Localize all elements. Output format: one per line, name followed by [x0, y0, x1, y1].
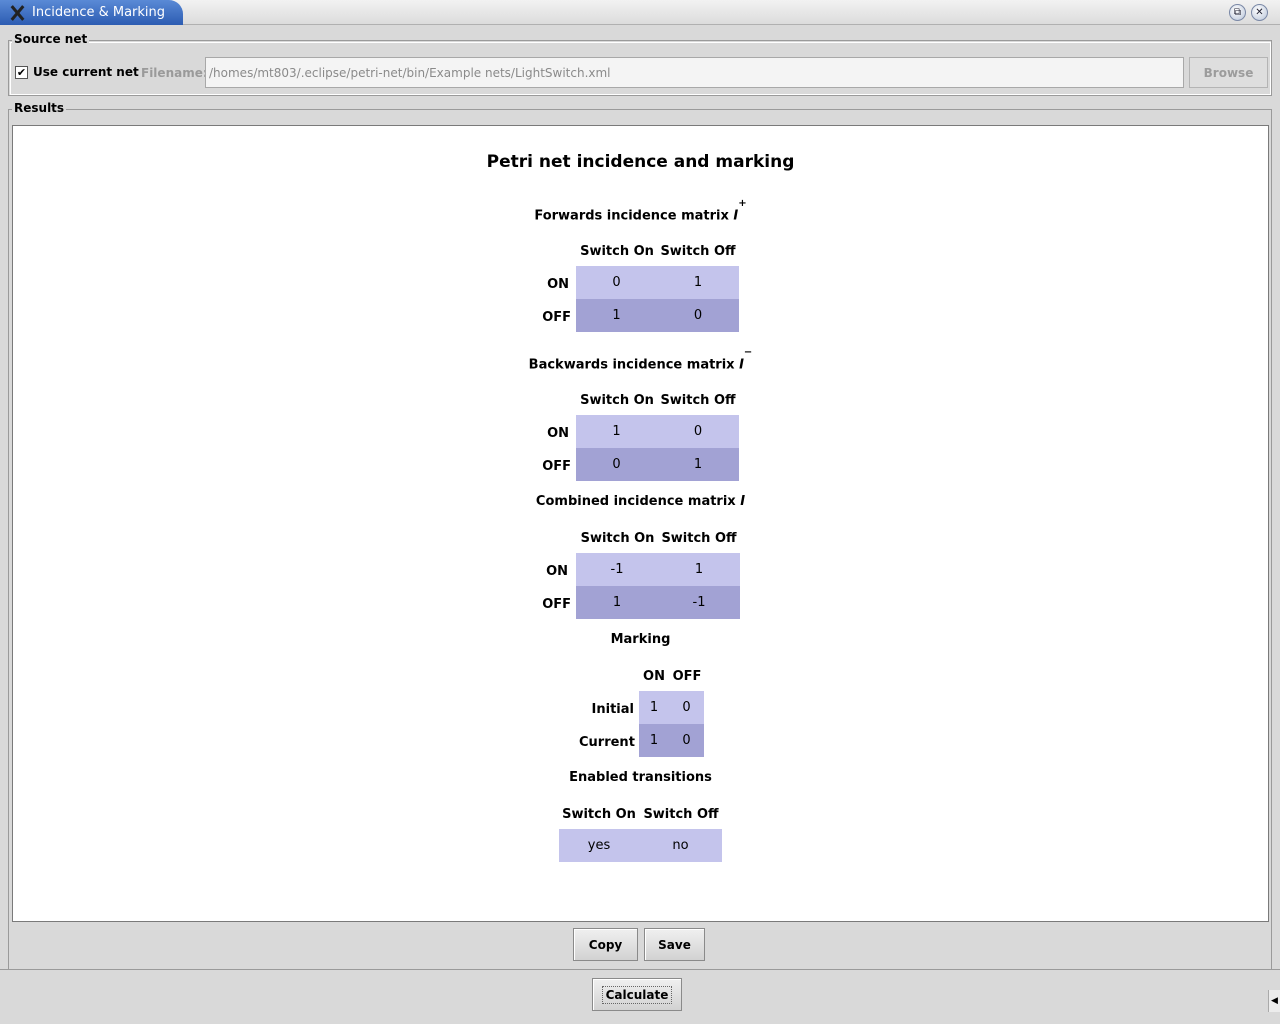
- collapse-arrow-icon[interactable]: ◀: [1268, 990, 1280, 1012]
- forwards-cell: 1: [576, 299, 657, 332]
- forwards-symbol: I: [733, 208, 739, 224]
- combined-symbol: I: [740, 494, 746, 509]
- results-heading: Petri net incidence and marking: [486, 152, 795, 172]
- browse-button[interactable]: Browse: [1189, 57, 1268, 88]
- backwards-row-header: OFF: [542, 459, 571, 474]
- combined-col-header: Switch Off: [661, 531, 737, 546]
- marking-title: Marking: [610, 632, 671, 647]
- forwards-row-header: ON: [547, 277, 569, 292]
- combined-title-text: Combined incidence matrix: [535, 494, 741, 509]
- combined-cell: 1: [658, 553, 740, 586]
- restore-button[interactable]: ⧉: [1229, 4, 1246, 21]
- forwards-title-text: Forwards incidence matrix: [534, 208, 734, 224]
- calculate-button[interactable]: Calculate: [592, 978, 682, 1011]
- combined-row-header: OFF: [542, 597, 571, 612]
- enabled-col-header: Switch On: [562, 807, 636, 822]
- backwards-symbol: I: [739, 357, 744, 373]
- marking-col-header: ON: [643, 669, 665, 684]
- source-net-label: Source net: [12, 32, 90, 46]
- forwards-cell: 0: [657, 299, 739, 332]
- results-label: Results: [12, 101, 67, 115]
- combined-col-header: Switch On: [580, 531, 655, 546]
- restore-icon: ⧉: [1233, 6, 1242, 18]
- save-button[interactable]: Save: [644, 928, 705, 961]
- combined-cell: 1: [576, 586, 658, 619]
- results-content: Petri net incidence and marking Forwards…: [13, 126, 1268, 921]
- backwards-sup: −: [743, 347, 753, 358]
- backwards-col-header: Switch Off: [660, 393, 736, 408]
- combined-cell: -1: [658, 586, 740, 619]
- marking-cell: 1: [639, 691, 669, 724]
- marking-cell: 1: [639, 724, 669, 757]
- close-icon: ✕: [1255, 6, 1264, 18]
- divider: [0, 969, 1280, 970]
- forwards-col-header: Switch Off: [660, 244, 736, 259]
- forwards-row-header: OFF: [542, 310, 571, 325]
- title-tab[interactable]: Incidence & Marking: [0, 0, 183, 25]
- combined-title: Combined incidence matrix I: [13, 494, 1268, 509]
- marking-row-header: Current: [579, 735, 635, 750]
- title-bar[interactable]: Incidence & Marking ⧉ ✕: [0, 0, 1280, 25]
- backwards-col-header: Switch On: [580, 393, 654, 408]
- marking-row-header: Initial: [591, 702, 634, 717]
- forwards-cell: 1: [657, 266, 739, 299]
- use-current-net-label: Use current net: [33, 65, 139, 79]
- incidence-marking-window: Incidence & Marking ⧉ ✕ Source net ✔ Use…: [0, 0, 1280, 1024]
- marking-cell: 0: [669, 691, 704, 724]
- enabled-cell: no: [639, 829, 722, 862]
- forwards-title: Forwards incidence matrix I+: [13, 198, 1268, 224]
- forwards-cell: 0: [576, 266, 657, 299]
- combined-cell: -1: [576, 553, 658, 586]
- backwards-cell: 1: [576, 415, 657, 448]
- backwards-title: Backwards incidence matrix I−: [13, 347, 1268, 373]
- marking-cell: 0: [669, 724, 704, 757]
- marking-col-header: OFF: [672, 669, 702, 684]
- use-current-net-checkbox[interactable]: ✔ Use current net: [15, 65, 139, 79]
- app-x-icon: [8, 4, 26, 22]
- backwards-row-header: ON: [547, 426, 569, 441]
- calculate-label: Calculate: [601, 985, 673, 1004]
- window-title: Incidence & Marking: [32, 5, 166, 20]
- enabled-col-header: Switch Off: [643, 807, 719, 822]
- backwards-title-text: Backwards incidence matrix: [528, 357, 740, 373]
- close-button[interactable]: ✕: [1251, 4, 1268, 21]
- combined-row-header: ON: [546, 564, 568, 579]
- backwards-cell: 0: [657, 415, 739, 448]
- enabled-cell: yes: [559, 829, 639, 862]
- backwards-cell: 1: [657, 448, 739, 481]
- checkbox-checked-icon[interactable]: ✔: [15, 65, 28, 79]
- filename-field[interactable]: /homes/mt803/.eclipse/petri-net/bin/Exam…: [205, 57, 1184, 88]
- copy-button[interactable]: Copy: [573, 928, 638, 961]
- backwards-cell: 0: [576, 448, 657, 481]
- forwards-col-header: Switch On: [580, 244, 654, 259]
- forwards-sup: +: [738, 198, 747, 209]
- results-panel[interactable]: Petri net incidence and marking Forwards…: [12, 125, 1269, 922]
- enabled-title: Enabled transitions: [569, 770, 712, 785]
- filename-label: Filename:: [141, 66, 208, 80]
